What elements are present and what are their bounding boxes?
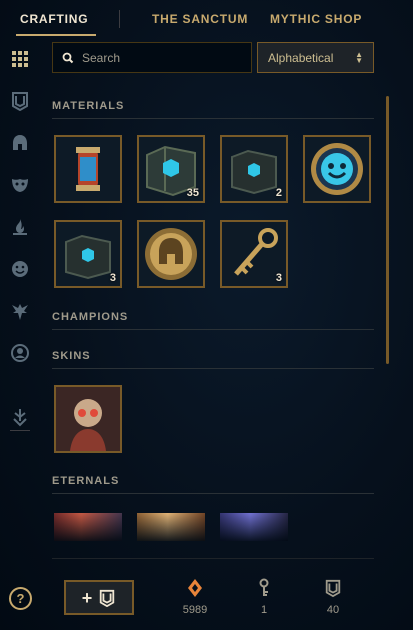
emote-icon[interactable]	[9, 258, 31, 280]
search-field[interactable]	[52, 42, 252, 73]
material-hextech-key[interactable]: 3	[220, 220, 288, 288]
section-title-materials: MATERIALS	[52, 100, 125, 112]
eternal-item[interactable]	[54, 513, 122, 541]
eternal-item[interactable]	[137, 513, 205, 541]
search-input[interactable]	[82, 50, 242, 65]
item-count: 3	[109, 272, 116, 284]
grid-icon[interactable]	[9, 48, 31, 70]
chest-icon	[325, 579, 341, 598]
helmet-icon[interactable]	[9, 132, 31, 154]
key-fragment-value: 1	[260, 604, 268, 616]
helmet-token-icon	[139, 222, 203, 286]
key-fragment-icon	[259, 578, 269, 596]
plus-icon: +	[81, 587, 93, 608]
down-arrow-icon[interactable]	[9, 406, 31, 428]
eternal-fade	[54, 513, 122, 541]
lantern-icon	[56, 137, 120, 201]
material-lantern[interactable]	[54, 135, 122, 203]
currency-key-fragment: 1	[244, 578, 284, 616]
material-emote-token[interactable]	[303, 135, 371, 203]
profile-icon[interactable]	[9, 342, 31, 364]
tab-the-sanctum[interactable]: THE SANCTUM	[152, 12, 248, 26]
help-button[interactable]: ?	[9, 587, 32, 610]
section-divider	[52, 118, 374, 119]
currency-orange-essence: 5989	[175, 578, 215, 616]
updown-caret-icon: ▲ ▼	[355, 49, 363, 65]
material-champion-shard-token[interactable]	[137, 220, 205, 288]
material-hextech-chest[interactable]: 35	[137, 135, 205, 203]
ward-icon[interactable]	[9, 300, 31, 322]
tab-crafting[interactable]: CRAFTING	[20, 12, 88, 26]
section-title-champions: CHAMPIONS	[52, 311, 129, 323]
active-tab-underline	[16, 34, 96, 36]
currency-chest: 40	[313, 578, 353, 616]
sort-selected-label: Alphabetical	[268, 50, 334, 65]
question-icon: ?	[16, 591, 25, 606]
eternal-item[interactable]	[220, 513, 288, 541]
item-count: 3	[275, 272, 282, 284]
chest-icon	[100, 589, 115, 607]
flame-icon[interactable]	[9, 216, 31, 238]
skin-item[interactable]	[54, 385, 122, 453]
inventory-list: MATERIALS 35 2 3 3 CHAMPIONS SKINS ETERN…	[52, 86, 374, 546]
section-divider	[52, 329, 374, 330]
orange-essence-value: 5989	[182, 604, 208, 616]
chest-value: 40	[326, 604, 340, 616]
sidebar-divider	[10, 430, 30, 431]
orange-essence-icon	[188, 579, 202, 597]
tab-mythic-shop[interactable]: MYTHIC SHOP	[270, 12, 362, 26]
eternal-fade	[137, 513, 205, 541]
top-nav: CRAFTING THE SANCTUM MYTHIC SHOP	[0, 0, 413, 38]
mask-icon[interactable]	[9, 174, 31, 196]
chest-icon[interactable]	[9, 90, 31, 112]
material-masterwork-chest[interactable]: 2	[220, 135, 288, 203]
nav-separator	[119, 10, 120, 28]
section-title-eternals: ETERNALS	[52, 475, 120, 487]
footer-divider	[52, 558, 374, 559]
section-divider	[52, 493, 374, 494]
item-count: 2	[275, 187, 282, 199]
add-chest-button[interactable]: +	[64, 580, 134, 615]
item-count: 35	[186, 187, 199, 199]
eternal-fade	[220, 513, 288, 541]
emote-token-icon	[305, 137, 369, 201]
material-hextech-chest-2[interactable]: 3	[54, 220, 122, 288]
section-title-skins: SKINS	[52, 350, 91, 362]
sort-dropdown[interactable]: Alphabetical ▲ ▼	[257, 42, 374, 73]
section-divider	[52, 368, 374, 369]
skin-splash-icon	[56, 387, 120, 451]
scrollbar-thumb[interactable]	[386, 96, 389, 364]
category-sidebar	[0, 42, 40, 482]
search-icon	[62, 52, 74, 63]
